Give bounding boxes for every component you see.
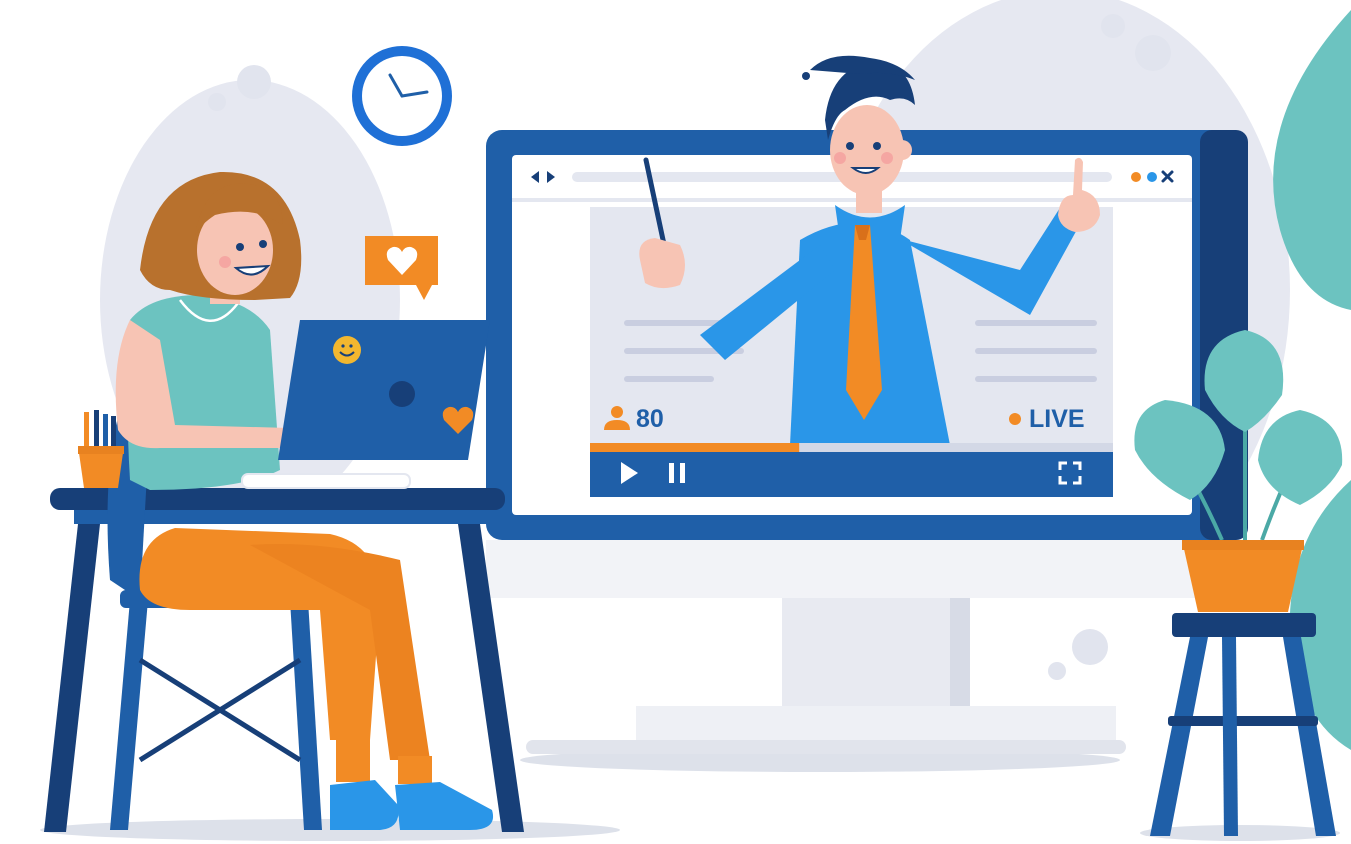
clock-icon — [352, 46, 452, 146]
player-controls — [590, 443, 1113, 497]
viewer-count: 80 — [636, 405, 664, 433]
progress-fill — [590, 443, 800, 452]
blue-dot — [1147, 172, 1157, 182]
plant-pot — [1182, 540, 1304, 612]
live-dot-icon — [1009, 413, 1021, 425]
online-class-illustration — [40, 0, 1351, 841]
orange-dot — [1131, 172, 1141, 182]
live-label: LIVE — [1029, 405, 1085, 433]
smiley-sticker-icon — [333, 336, 361, 364]
